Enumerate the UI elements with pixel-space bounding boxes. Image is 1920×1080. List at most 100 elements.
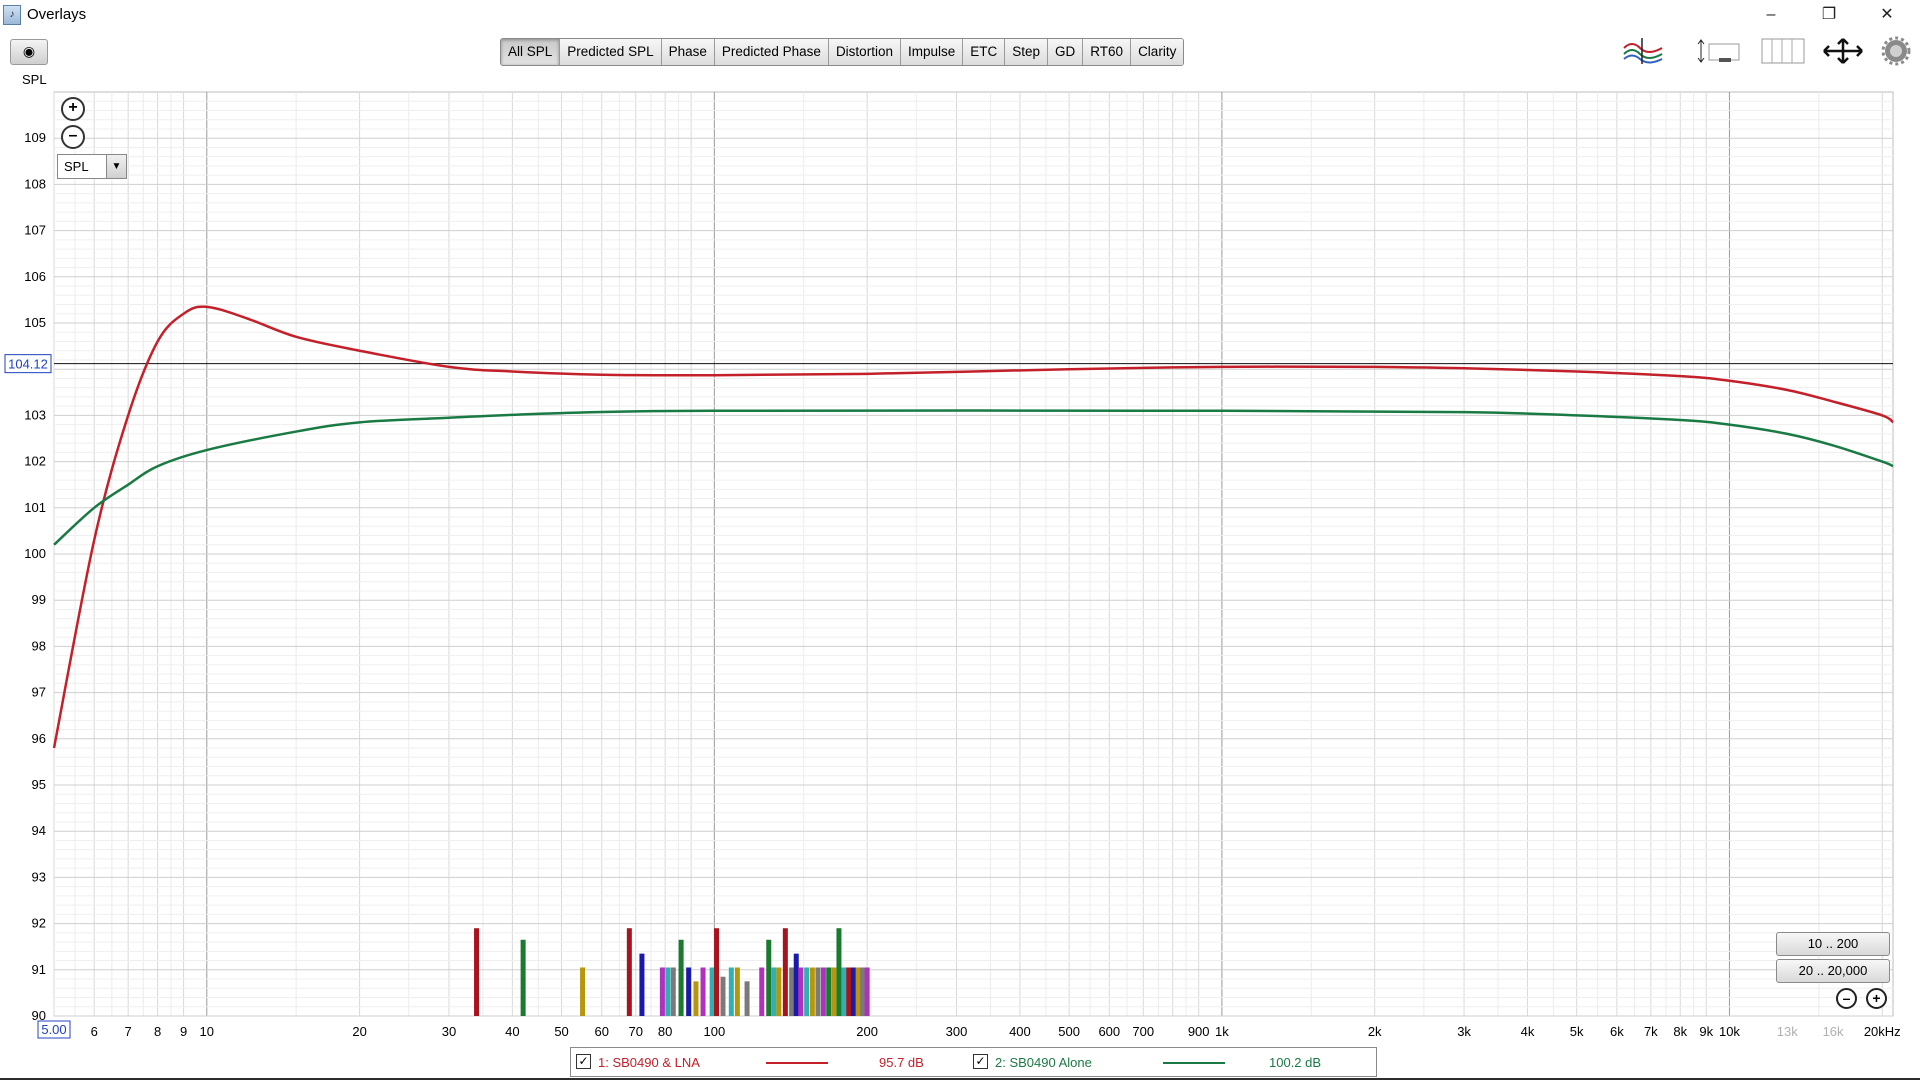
- tab-phase[interactable]: Phase: [661, 39, 715, 65]
- peak-bar: [820, 967, 826, 1016]
- peak-bar: [771, 967, 777, 1016]
- x-tick-label: 900: [1188, 1024, 1210, 1039]
- y-tick-label: 96: [32, 731, 46, 746]
- x-tick-label: 3k: [1457, 1024, 1471, 1039]
- pan-icon[interactable]: [1820, 36, 1866, 66]
- camera-icon[interactable]: ◉: [10, 39, 48, 65]
- series-1-checkbox[interactable]: ✓: [576, 1054, 591, 1069]
- peak-bar: [782, 928, 788, 1016]
- peak-bar: [744, 981, 750, 1016]
- y-tick-label: 102: [24, 454, 46, 469]
- tab-all-spl[interactable]: All SPL: [501, 39, 561, 65]
- y-tick-label: 101: [24, 500, 46, 515]
- view-label: SPL: [22, 72, 47, 87]
- peak-bar: [809, 967, 815, 1016]
- tab-distortion[interactable]: Distortion: [828, 39, 901, 65]
- peak-bar: [520, 939, 526, 1016]
- x-tick-label: 80: [658, 1024, 672, 1039]
- x-tick-label: 5k: [1570, 1024, 1584, 1039]
- title-bar: ♪ Overlays – ❐ ✕: [0, 0, 1920, 30]
- x-tick-label: 20: [352, 1024, 366, 1039]
- y-tick-label: 92: [32, 916, 46, 931]
- y-tick-label: 103: [24, 407, 46, 422]
- zoom-out-icon[interactable]: –: [61, 125, 85, 149]
- tab-etc[interactable]: ETC: [963, 39, 1006, 65]
- legend: ✓ 1: SB0490 & LNA 95.7 dB ✓ 2: SB0490 Al…: [570, 1047, 1377, 1077]
- peak-bar: [841, 967, 847, 1016]
- x-tick-label: 600: [1098, 1024, 1120, 1039]
- tab-predicted-phase[interactable]: Predicted Phase: [714, 39, 829, 65]
- range-20-20000-button[interactable]: 20 .. 20,000: [1776, 959, 1890, 983]
- x-tick-label: 4k: [1521, 1024, 1535, 1039]
- series-1-name: 1: SB0490 & LNA: [598, 1055, 700, 1070]
- tab-gd[interactable]: GD: [1048, 39, 1084, 65]
- x-tick-label: 300: [946, 1024, 968, 1039]
- y-tick-label: 109: [24, 130, 46, 145]
- peak-bar: [850, 967, 856, 1016]
- x-tick-label: 6k: [1610, 1024, 1624, 1039]
- peak-bar: [831, 967, 837, 1016]
- peak-bar: [700, 967, 706, 1016]
- peak-bar: [734, 967, 740, 1016]
- x-tick-label: 60: [595, 1024, 609, 1039]
- limits-icon[interactable]: [1697, 36, 1743, 66]
- y-tick-label: 108: [24, 176, 46, 191]
- y-tick-label: 91: [32, 962, 46, 977]
- x-tick-label: 1k: [1215, 1024, 1229, 1039]
- settings-gear-icon[interactable]: [1880, 36, 1912, 66]
- zoom-in-icon[interactable]: +: [61, 97, 85, 121]
- minimize-icon[interactable]: –: [1742, 0, 1800, 30]
- peak-bar: [776, 967, 782, 1016]
- series-1-level: 95.7 dB: [879, 1055, 924, 1070]
- y-axis-dropdown[interactable]: SPL ▼: [57, 154, 127, 179]
- x-tick-label: 700: [1132, 1024, 1154, 1039]
- column-icon[interactable]: [1760, 36, 1806, 66]
- spl-graph[interactable]: 9091929394959697989910010110210310410510…: [0, 86, 1920, 1044]
- y-tick-label: 93: [32, 869, 46, 884]
- graph-tabs: All SPL Predicted SPL Phase Predicted Ph…: [500, 38, 1185, 66]
- peak-bar: [864, 967, 870, 1016]
- restore-icon[interactable]: ❐: [1800, 0, 1858, 30]
- tab-predicted-spl[interactable]: Predicted SPL: [560, 39, 662, 65]
- peak-bar: [580, 967, 586, 1016]
- series-2-checkbox[interactable]: ✓: [973, 1054, 988, 1069]
- chevron-down-icon[interactable]: ▼: [106, 155, 126, 178]
- x-tick-label: 10: [200, 1024, 214, 1039]
- x-tick-label: 50: [554, 1024, 568, 1039]
- tab-rt60[interactable]: RT60: [1083, 39, 1132, 65]
- zoom-out-x-icon[interactable]: –: [1836, 988, 1857, 1009]
- y-tick-label: 106: [24, 269, 46, 284]
- x-tick-label: 30: [442, 1024, 456, 1039]
- peak-bar: [678, 939, 684, 1016]
- tab-step[interactable]: Step: [1005, 39, 1049, 65]
- peak-bar: [836, 928, 842, 1016]
- x-tick-label: 16k: [1823, 1024, 1844, 1039]
- peak-bar: [846, 967, 852, 1016]
- peak-bar: [855, 967, 861, 1016]
- zoom-in-x-icon[interactable]: +: [1866, 988, 1887, 1009]
- x-tick-label: 10k: [1719, 1024, 1740, 1039]
- tab-impulse[interactable]: Impulse: [900, 39, 964, 65]
- peak-bar: [686, 967, 692, 1016]
- x-tick-label: 6: [91, 1024, 98, 1039]
- peak-bar: [789, 967, 795, 1016]
- range-10-200-button[interactable]: 10 .. 200: [1776, 932, 1890, 956]
- x-tick-label: 13k: [1777, 1024, 1798, 1039]
- x-tick-label: 9k: [1699, 1024, 1713, 1039]
- curve-controls-icon[interactable]: [1620, 36, 1666, 66]
- peak-bar: [766, 939, 772, 1016]
- peak-bar: [659, 967, 665, 1016]
- rew-app-icon: ♪: [3, 5, 21, 25]
- x-tick-label: 2k: [1368, 1024, 1382, 1039]
- dropdown-value: SPL: [64, 159, 89, 174]
- tab-clarity[interactable]: Clarity: [1131, 39, 1184, 65]
- y-tick-label: 97: [32, 685, 46, 700]
- x-tick-label: 70: [628, 1024, 642, 1039]
- peak-bar: [474, 928, 480, 1016]
- series-2-swatch: [1163, 1062, 1225, 1064]
- y-tick-label: 99: [32, 592, 46, 607]
- series-2-name: 2: SB0490 Alone: [995, 1055, 1092, 1070]
- x-tick-label: 200: [856, 1024, 878, 1039]
- x-tick-label: 8k: [1673, 1024, 1687, 1039]
- close-icon[interactable]: ✕: [1858, 0, 1916, 30]
